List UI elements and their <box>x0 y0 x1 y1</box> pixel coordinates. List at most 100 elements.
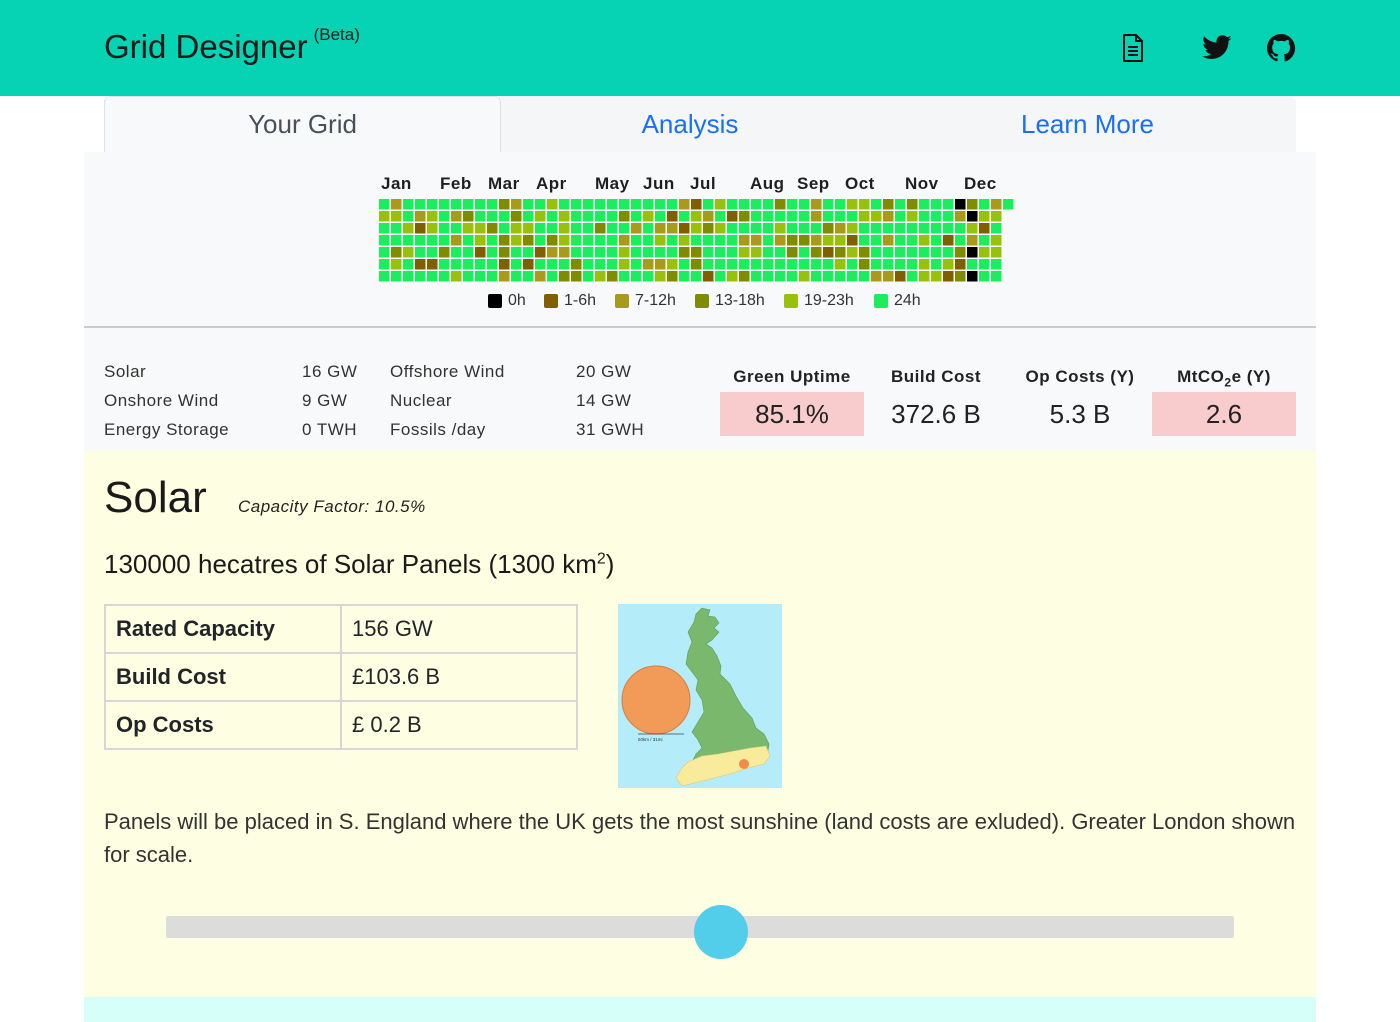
heatmap-day-cell <box>811 259 822 270</box>
heatmap-day-cell <box>631 223 642 234</box>
map-greater-london-circle <box>621 665 691 735</box>
heatmap-day-cell <box>583 235 594 246</box>
heatmap-day-cell <box>511 271 522 282</box>
heatmap-day-cell <box>703 235 714 246</box>
heatmap-day-cell <box>739 259 750 270</box>
heatmap-day-cell <box>475 271 486 282</box>
area-heading-text: 130000 hecatres of Solar Panels (1300 km <box>104 549 597 579</box>
heatmap-day-cell <box>499 211 510 222</box>
solar-description: Panels will be placed in S. England wher… <box>104 809 1296 867</box>
heatmap-day-cell <box>799 235 810 246</box>
heatmap-day-cell <box>403 199 414 210</box>
heatmap-day-cell <box>787 211 798 222</box>
heatmap-day-cell <box>679 271 690 282</box>
heatmap-day-cell <box>427 259 438 270</box>
heatmap-day-cell <box>787 271 798 282</box>
heatmap-day-cell <box>871 223 882 234</box>
month-label: Feb <box>440 174 472 193</box>
capacity-label-nuclear: Nuclear <box>390 391 453 410</box>
heatmap-day-cell <box>967 271 978 282</box>
github-icon[interactable] <box>1264 32 1298 64</box>
heatmap-day-cell <box>871 247 882 258</box>
heatmap-day-cell <box>427 223 438 234</box>
heatmap-day-cell <box>619 259 630 270</box>
solar-capacity-slider[interactable] <box>166 905 1234 959</box>
heatmap-day-cell <box>883 247 894 258</box>
document-icon[interactable] <box>1116 32 1150 64</box>
heatmap-day-cell <box>619 247 630 258</box>
capacity-value-energy-storage: 0 TWH <box>302 420 358 439</box>
heatmap-day-cell <box>547 271 558 282</box>
heatmap-day-cell <box>979 247 990 258</box>
heatmap-day-cell <box>427 199 438 210</box>
month-label: Oct <box>845 174 875 193</box>
month-label: Aug <box>750 174 785 193</box>
heatmap-day-cell <box>427 271 438 282</box>
heatmap-day-cell <box>727 259 738 270</box>
slider-thumb[interactable] <box>694 905 749 959</box>
heatmap-day-cell <box>475 199 486 210</box>
heatmap-day-cell <box>595 223 606 234</box>
heatmap-day-cell <box>463 199 474 210</box>
heatmap-day-cell <box>847 259 858 270</box>
heatmap-day-cell <box>763 199 774 210</box>
heatmap-day-cell <box>523 271 534 282</box>
heatmap-day-cell <box>391 199 402 210</box>
heatmap-day-cell <box>691 271 702 282</box>
month-label: Jul <box>690 174 717 193</box>
calendar-month-labels: Jan Feb Mar Apr May Jun Jul Aug Sep Oct … <box>84 174 1316 194</box>
heatmap-day-cell <box>775 247 786 258</box>
heatmap-day-cell <box>619 235 630 246</box>
heatmap-day-cell <box>451 223 462 234</box>
capacity-label-fossils: Fossils /day <box>390 420 486 439</box>
month-label: Jun <box>643 174 675 193</box>
heatmap-day-cell <box>583 247 594 258</box>
heatmap-day-cell <box>691 199 702 210</box>
heatmap-day-cell <box>535 199 546 210</box>
heatmap-day-cell <box>679 223 690 234</box>
heatmap-day-cell <box>547 247 558 258</box>
heatmap-day-cell <box>931 223 942 234</box>
tab-your-grid[interactable]: Your Grid <box>104 96 501 152</box>
heatmap-day-cell <box>511 199 522 210</box>
heatmap-day-cell <box>907 259 918 270</box>
heatmap-day-cell <box>523 235 534 246</box>
heatmap-day-cell <box>391 235 402 246</box>
heatmap-day-cell <box>643 199 654 210</box>
heatmap-day-cell <box>751 271 762 282</box>
heatmap-day-cell <box>967 247 978 258</box>
heatmap-day-cell <box>727 211 738 222</box>
capacity-label-onshore-wind: Onshore Wind <box>104 391 219 410</box>
legend-item: 19-23h <box>784 292 854 310</box>
heatmap-day-cell <box>523 259 534 270</box>
app-brand[interactable]: Grid Designer (Beta) <box>104 25 360 66</box>
heatmap-day-cell <box>907 211 918 222</box>
tab-bar: Your Grid Analysis Learn More <box>104 96 1296 152</box>
heatmap-day-cell <box>763 235 774 246</box>
heatmap-day-cell <box>463 223 474 234</box>
heatmap-day-cell <box>823 271 834 282</box>
legend-item: 24h <box>874 292 921 310</box>
heatmap-day-cell <box>523 223 534 234</box>
twitter-icon[interactable] <box>1200 32 1234 64</box>
heatmap-day-cell <box>703 271 714 282</box>
heatmap-day-cell <box>703 223 714 234</box>
heatmap-day-cell <box>679 211 690 222</box>
tab-analysis[interactable]: Analysis <box>501 96 879 152</box>
heatmap-day-cell <box>391 271 402 282</box>
heatmap-day-cell <box>871 271 882 282</box>
heatmap-day-cell <box>943 211 954 222</box>
heatmap-day-cell <box>535 235 546 246</box>
tab-learn-more[interactable]: Learn More <box>879 96 1296 152</box>
heatmap-day-cell <box>883 199 894 210</box>
heatmap-day-cell <box>787 223 798 234</box>
heatmap-day-cell <box>751 259 762 270</box>
month-label: Mar <box>488 174 520 193</box>
heatmap-day-cell <box>859 211 870 222</box>
table-key: Build Cost <box>104 652 342 702</box>
heatmap-day-cell <box>991 271 1002 282</box>
heatmap-day-cell <box>619 199 630 210</box>
heatmap-day-cell <box>823 199 834 210</box>
heatmap-day-cell <box>475 211 486 222</box>
heatmap-day-cell <box>535 223 546 234</box>
